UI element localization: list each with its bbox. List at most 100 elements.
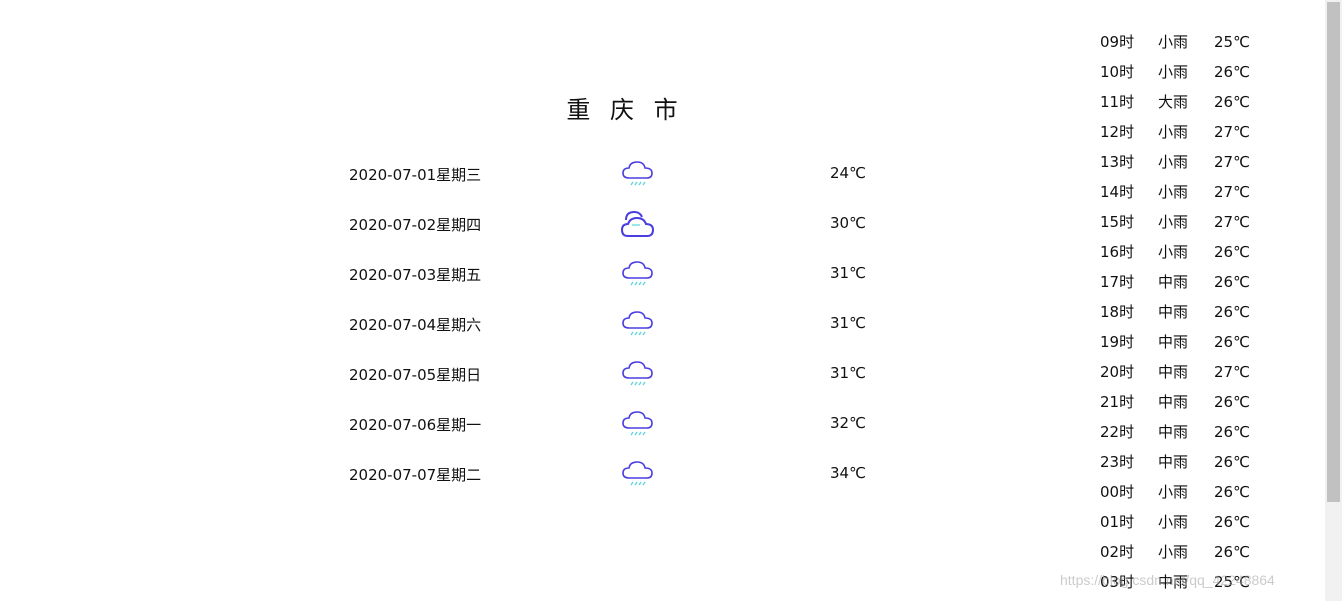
hour-time: 17时	[1100, 273, 1135, 291]
daily-date: 2020-07-03星期五	[349, 266, 482, 284]
hour-condition: 小雨	[1158, 183, 1189, 201]
hour-temperature: 26℃	[1214, 273, 1250, 291]
hour-temperature: 27℃	[1214, 363, 1250, 381]
daily-date: 2020-07-04星期六	[349, 316, 482, 334]
hour-time: 13时	[1100, 153, 1135, 171]
hourly-row: 11时 大雨 26℃	[1090, 87, 1310, 117]
hour-time: 09时	[1100, 33, 1135, 51]
daily-row: 2020-07-02星期四 30℃	[0, 200, 1000, 250]
hourly-row: 15时 小雨 27℃	[1090, 207, 1310, 237]
daily-forecast-list: 2020-07-01星期三 24℃ 2020-07-02星期四 30℃ 2020…	[0, 150, 1000, 500]
hourly-row: 02时 小雨 26℃	[1090, 537, 1310, 567]
hour-temperature: 27℃	[1214, 183, 1250, 201]
daily-row: 2020-07-04星期六 31℃	[0, 300, 1000, 350]
hourly-row: 18时 中雨 26℃	[1090, 297, 1310, 327]
hourly-row: 01时 小雨 26℃	[1090, 507, 1310, 537]
hour-temperature: 26℃	[1214, 453, 1250, 471]
hourly-row: 20时 中雨 27℃	[1090, 357, 1310, 387]
hour-condition: 中雨	[1158, 423, 1189, 441]
hour-condition: 小雨	[1158, 63, 1189, 81]
hour-condition: 大雨	[1158, 93, 1189, 111]
daily-temperature: 31℃	[830, 364, 866, 382]
hour-time: 14时	[1100, 183, 1135, 201]
hour-time: 19时	[1100, 333, 1135, 351]
hour-time: 23时	[1100, 453, 1135, 471]
daily-row: 2020-07-01星期三 24℃	[0, 150, 1000, 200]
vertical-scrollbar[interactable]	[1325, 0, 1342, 601]
hourly-row: 19时 中雨 26℃	[1090, 327, 1310, 357]
daily-date: 2020-07-07星期二	[349, 466, 482, 484]
hour-condition: 中雨	[1158, 273, 1189, 291]
hour-time: 20时	[1100, 363, 1135, 381]
hour-time: 16时	[1100, 243, 1135, 261]
hour-time: 10时	[1100, 63, 1135, 81]
hour-temperature: 26℃	[1214, 513, 1250, 531]
daily-row: 2020-07-06星期一 32℃	[0, 400, 1000, 450]
hourly-row: 17时 中雨 26℃	[1090, 267, 1310, 297]
hourly-row: 10时 小雨 26℃	[1090, 57, 1310, 87]
hour-condition: 中雨	[1158, 393, 1189, 411]
hourly-row: 14时 小雨 27℃	[1090, 177, 1310, 207]
hourly-forecast-list: 09时 小雨 25℃ 10时 小雨 26℃ 11时 大雨 26℃ 12时 小雨 27℃ 13时小…	[1090, 27, 1310, 597]
hour-condition: 小雨	[1158, 33, 1189, 51]
hourly-row: 16时 小雨 26℃	[1090, 237, 1310, 267]
hour-temperature: 27℃	[1214, 213, 1250, 231]
daily-row: 2020-07-07星期二 34℃	[0, 450, 1000, 500]
cloud-rain-icon	[622, 411, 653, 436]
daily-row: 2020-07-05星期日 31℃	[0, 350, 1000, 400]
hour-condition: 小雨	[1158, 243, 1189, 261]
cloud-rain-icon	[622, 311, 653, 336]
cloud-rain-icon	[622, 161, 653, 186]
hour-temperature: 26℃	[1214, 333, 1250, 351]
hour-time: 00时	[1100, 483, 1135, 501]
hour-time: 01时	[1100, 513, 1135, 531]
scrollbar-thumb[interactable]	[1327, 2, 1340, 502]
cloud-rain-icon	[622, 361, 653, 386]
hour-temperature: 26℃	[1214, 93, 1250, 111]
hour-temperature: 27℃	[1214, 153, 1250, 171]
daily-temperature: 24℃	[830, 164, 866, 182]
hour-temperature: 26℃	[1214, 423, 1250, 441]
hour-condition: 小雨	[1158, 213, 1189, 231]
watermark: https://blog.csdn.net/qq_42248864	[1060, 572, 1275, 588]
hour-condition: 中雨	[1158, 453, 1189, 471]
hour-time: 11时	[1100, 93, 1135, 111]
daily-date: 2020-07-06星期一	[349, 416, 482, 434]
hour-condition: 小雨	[1158, 153, 1189, 171]
daily-temperature: 34℃	[830, 464, 866, 482]
hour-temperature: 26℃	[1214, 393, 1250, 411]
hourly-row: 21时 中雨 26℃	[1090, 387, 1310, 417]
hour-temperature: 26℃	[1214, 483, 1250, 501]
hourly-row: 00时 小雨 26℃	[1090, 477, 1310, 507]
daily-temperature: 32℃	[830, 414, 866, 432]
daily-row: 2020-07-03星期五 31℃	[0, 250, 1000, 300]
daily-temperature: 31℃	[830, 264, 866, 282]
city-title: 重 庆 市	[566, 96, 684, 124]
hour-condition: 小雨	[1158, 123, 1189, 141]
daily-temperature: 31℃	[830, 314, 866, 332]
hour-time: 18时	[1100, 303, 1135, 321]
cloud-rain-icon	[622, 261, 653, 286]
hourly-row: 13时 小雨 27℃	[1090, 147, 1310, 177]
weather-page: 重 庆 市 2020-07-01星期三 24℃ 2020-07-02星期四 30…	[0, 0, 1342, 601]
hour-condition: 中雨	[1158, 303, 1189, 321]
daily-temperature: 30℃	[830, 214, 866, 232]
hourly-row: 23时 中雨 26℃	[1090, 447, 1310, 477]
hour-time: 22时	[1100, 423, 1135, 441]
hour-condition: 小雨	[1158, 513, 1189, 531]
hourly-row: 22时 中雨 26℃	[1090, 417, 1310, 447]
daily-date: 2020-07-05星期日	[349, 366, 482, 384]
hour-temperature: 26℃	[1214, 63, 1250, 81]
hour-temperature: 26℃	[1214, 303, 1250, 321]
hour-time: 12时	[1100, 123, 1135, 141]
hour-temperature: 26℃	[1214, 243, 1250, 261]
hour-time: 02时	[1100, 543, 1135, 561]
cloud-rain-icon	[622, 461, 653, 486]
hour-condition: 小雨	[1158, 483, 1189, 501]
hour-time: 15时	[1100, 213, 1135, 231]
hourly-row: 12时 小雨 27℃	[1090, 117, 1310, 147]
hourly-row: 09时 小雨 25℃	[1090, 27, 1310, 57]
hour-condition: 小雨	[1158, 543, 1189, 561]
hour-temperature: 25℃	[1214, 33, 1250, 51]
hour-temperature: 27℃	[1214, 123, 1250, 141]
